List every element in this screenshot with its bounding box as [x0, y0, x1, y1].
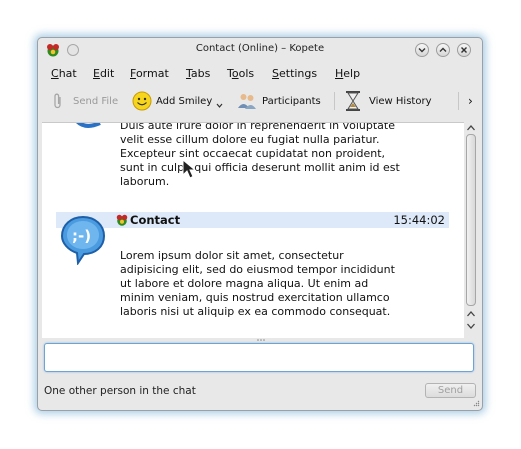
scroll-up-arrow-icon[interactable]: [466, 124, 476, 132]
mouse-cursor-icon: [182, 159, 197, 179]
chat-window: Contact (Online) – Kopete Chat Edit Form…: [37, 37, 483, 411]
grip-dots-icon: [257, 339, 265, 341]
chat-scrollbar[interactable]: [464, 122, 478, 337]
toolbar-separator: [458, 92, 459, 110]
send-button[interactable]: Send: [425, 383, 476, 398]
minimize-button[interactable]: [415, 43, 429, 57]
dropdown-arrow-icon: [216, 103, 223, 108]
add-smiley-button[interactable]: Add Smiley: [132, 88, 223, 114]
menu-format[interactable]: Format: [130, 67, 169, 80]
add-smiley-label: Add Smiley: [156, 95, 213, 107]
close-icon: [461, 47, 467, 53]
message-timestamp: 15:44:02: [393, 213, 445, 227]
message-body: Lorem ipsum dolor sit amet, consectetur …: [120, 249, 395, 318]
chevron-up-icon: [439, 47, 447, 52]
maximize-button[interactable]: [436, 43, 450, 57]
view-history-button[interactable]: View History: [344, 88, 432, 114]
resize-grip-icon[interactable]: [473, 400, 480, 407]
status-bar-text: One other person in the chat: [44, 385, 196, 397]
smiley-icon: [132, 91, 152, 111]
close-button[interactable]: [457, 43, 471, 57]
toolbar-overflow-button[interactable]: ›: [468, 88, 473, 114]
message-input[interactable]: [44, 343, 474, 372]
send-file-button[interactable]: Send File: [51, 88, 118, 114]
participants-button[interactable]: Participants: [237, 88, 321, 114]
menu-edit[interactable]: Edit: [93, 67, 114, 80]
scrollbar-thumb[interactable]: [466, 134, 476, 306]
paperclip-icon: [54, 93, 61, 109]
menu-chat[interactable]: Chat: [51, 67, 77, 80]
menu-tabs[interactable]: Tabs: [186, 67, 210, 80]
message-sender: Contact: [130, 213, 181, 227]
toolbar: Send File Add Smiley Participants View H…: [38, 86, 482, 116]
message-header: Contact 15:44:02: [56, 212, 449, 228]
menu-tools[interactable]: Tools: [227, 67, 254, 80]
contact-avatar-icon: ;-): [60, 215, 106, 265]
scroll-up-arrow-icon[interactable]: [466, 310, 476, 318]
toolbar-separator: [334, 92, 335, 110]
send-file-label: Send File: [73, 95, 119, 107]
splitter-handle[interactable]: [38, 338, 482, 342]
view-history-label: View History: [369, 95, 432, 107]
previous-message-text: Duis aute irure dolor in reprehenderit i…: [120, 122, 400, 188]
menu-settings[interactable]: Settings: [272, 67, 317, 80]
participants-label: Participants: [262, 95, 321, 107]
menu-bar: Chat Edit Format Tabs Tools Settings Hel…: [38, 64, 482, 82]
hourglass-icon: [346, 91, 360, 111]
contact-status-icon: [116, 214, 128, 226]
participants-icon: [238, 94, 256, 109]
scroll-down-arrow-icon[interactable]: [466, 322, 476, 330]
menu-help[interactable]: Help: [335, 67, 360, 80]
svg-text:;-): ;-): [72, 227, 91, 245]
previous-message-avatar-icon: [76, 123, 101, 128]
title-bar[interactable]: Contact (Online) – Kopete: [38, 38, 482, 62]
chevron-down-icon: [418, 48, 426, 53]
chat-message-view[interactable]: Duis aute irure dolor in reprehenderit i…: [42, 122, 464, 338]
